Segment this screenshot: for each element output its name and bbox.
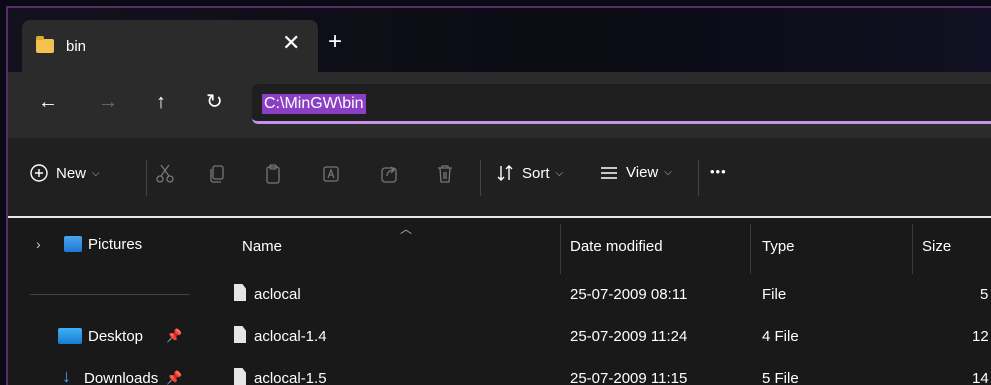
clipboard-icon: [266, 164, 280, 184]
chevron-right-icon[interactable]: ›: [36, 236, 41, 252]
column-divider[interactable]: [750, 224, 751, 274]
title-bar: bin ✕ +: [8, 8, 991, 72]
sort-button[interactable]: Sort ⌵: [496, 164, 563, 182]
pin-icon: 📌: [166, 328, 183, 343]
new-tab-button[interactable]: +: [328, 30, 342, 54]
content-area: › Pictures Desktop 📌 ↓ Downloads 📌 ︿ Nam…: [8, 218, 991, 385]
more-options-button[interactable]: •••: [710, 164, 727, 179]
share-button[interactable]: [380, 164, 398, 184]
table-row[interactable]: aclocal-1.4 25-07-2009 11:24 4 File 12: [210, 316, 991, 356]
tab-bin[interactable]: bin ✕: [22, 20, 318, 72]
column-divider[interactable]: [912, 224, 913, 274]
forward-icon[interactable]: →: [98, 92, 118, 112]
back-icon[interactable]: ←: [38, 92, 58, 112]
address-input[interactable]: C:\MinGW\bin: [262, 94, 366, 114]
view-lines-icon: [601, 166, 617, 179]
sidebar-divider: [30, 294, 190, 295]
sidebar-item-desktop[interactable]: Desktop 📌: [8, 316, 210, 356]
chevron-down-icon: ⌵: [555, 167, 564, 179]
column-header-date[interactable]: Date modified: [570, 238, 663, 255]
file-name: aclocal-1.4: [254, 328, 327, 345]
file-date: 25-07-2009 11:24: [570, 328, 688, 345]
paste-button[interactable]: [264, 164, 282, 184]
new-label: New: [56, 164, 87, 182]
file-explorer-window: bin ✕ + ← → ↑ ↻ C:\MinGW\bin New ⌵ Sort …: [6, 6, 991, 385]
navigation-pane: › Pictures Desktop 📌 ↓ Downloads 📌: [8, 218, 210, 385]
sort-caret-icon: ︿: [400, 222, 413, 236]
rename-button[interactable]: [322, 164, 340, 184]
command-bar: New ⌵ Sort ⌵ View ⌵ •••: [8, 138, 991, 218]
folder-icon: [36, 36, 54, 53]
column-header-name[interactable]: Name: [242, 238, 282, 255]
file-size: 12: [972, 328, 989, 345]
up-icon[interactable]: ↑: [156, 92, 166, 112]
desktop-icon: [58, 328, 82, 344]
file-size: 5: [980, 286, 989, 303]
chevron-down-icon: ⌵: [664, 167, 672, 178]
new-button[interactable]: New ⌵: [30, 164, 100, 182]
table-row[interactable]: aclocal-1.5 25-07-2009 11:15 5 File 14: [210, 358, 991, 385]
sort-label: Sort: [522, 164, 550, 182]
sidebar-item-label: Pictures: [88, 236, 143, 253]
refresh-icon[interactable]: ↻: [206, 92, 223, 112]
navigation-bar: ← → ↑ ↻ C:\MinGW\bin: [8, 72, 991, 138]
toolbar-divider: [480, 160, 481, 196]
share-icon: [381, 166, 397, 183]
cut-button[interactable]: [156, 164, 174, 184]
copy-icon: [210, 165, 224, 183]
column-divider[interactable]: [560, 224, 561, 274]
file-icon: [234, 326, 246, 343]
sidebar-item-pictures[interactable]: › Pictures: [8, 224, 210, 264]
file-icon: [234, 284, 246, 301]
tab-title: bin: [66, 38, 87, 55]
file-name: aclocal: [254, 286, 301, 303]
column-header-size[interactable]: Size: [922, 238, 951, 255]
view-button[interactable]: View ⌵: [600, 164, 672, 181]
file-list: ︿ Name Date modified Type Size aclocal 2…: [210, 218, 991, 385]
address-bar[interactable]: C:\MinGW\bin: [252, 84, 991, 124]
scissors-icon: [156, 164, 174, 183]
copy-button[interactable]: [208, 164, 226, 184]
rename-icon: [323, 166, 339, 182]
pictures-icon: [64, 236, 82, 252]
file-date: 25-07-2009 08:11: [570, 286, 688, 303]
delete-button[interactable]: [436, 164, 454, 184]
trash-icon: [438, 165, 452, 183]
sidebar-item-label: Desktop: [88, 328, 144, 345]
chevron-down-icon: ⌵: [92, 167, 100, 179]
file-type: 4 File: [762, 328, 799, 345]
toolbar-divider: [698, 160, 699, 196]
sidebar-item-downloads[interactable]: ↓ Downloads 📌: [8, 358, 210, 385]
plus-circle-icon: [30, 164, 48, 182]
toolbar-divider: [146, 160, 147, 196]
file-type: File: [762, 286, 787, 303]
table-row[interactable]: aclocal 25-07-2009 08:11 File 5: [210, 274, 991, 314]
sort-icon: [497, 165, 513, 181]
file-icon: [234, 368, 246, 385]
close-tab-icon[interactable]: ✕: [282, 32, 300, 54]
download-arrow-icon: ↓: [62, 366, 71, 385]
column-header-type[interactable]: Type: [762, 238, 795, 255]
view-label: View: [626, 164, 659, 181]
